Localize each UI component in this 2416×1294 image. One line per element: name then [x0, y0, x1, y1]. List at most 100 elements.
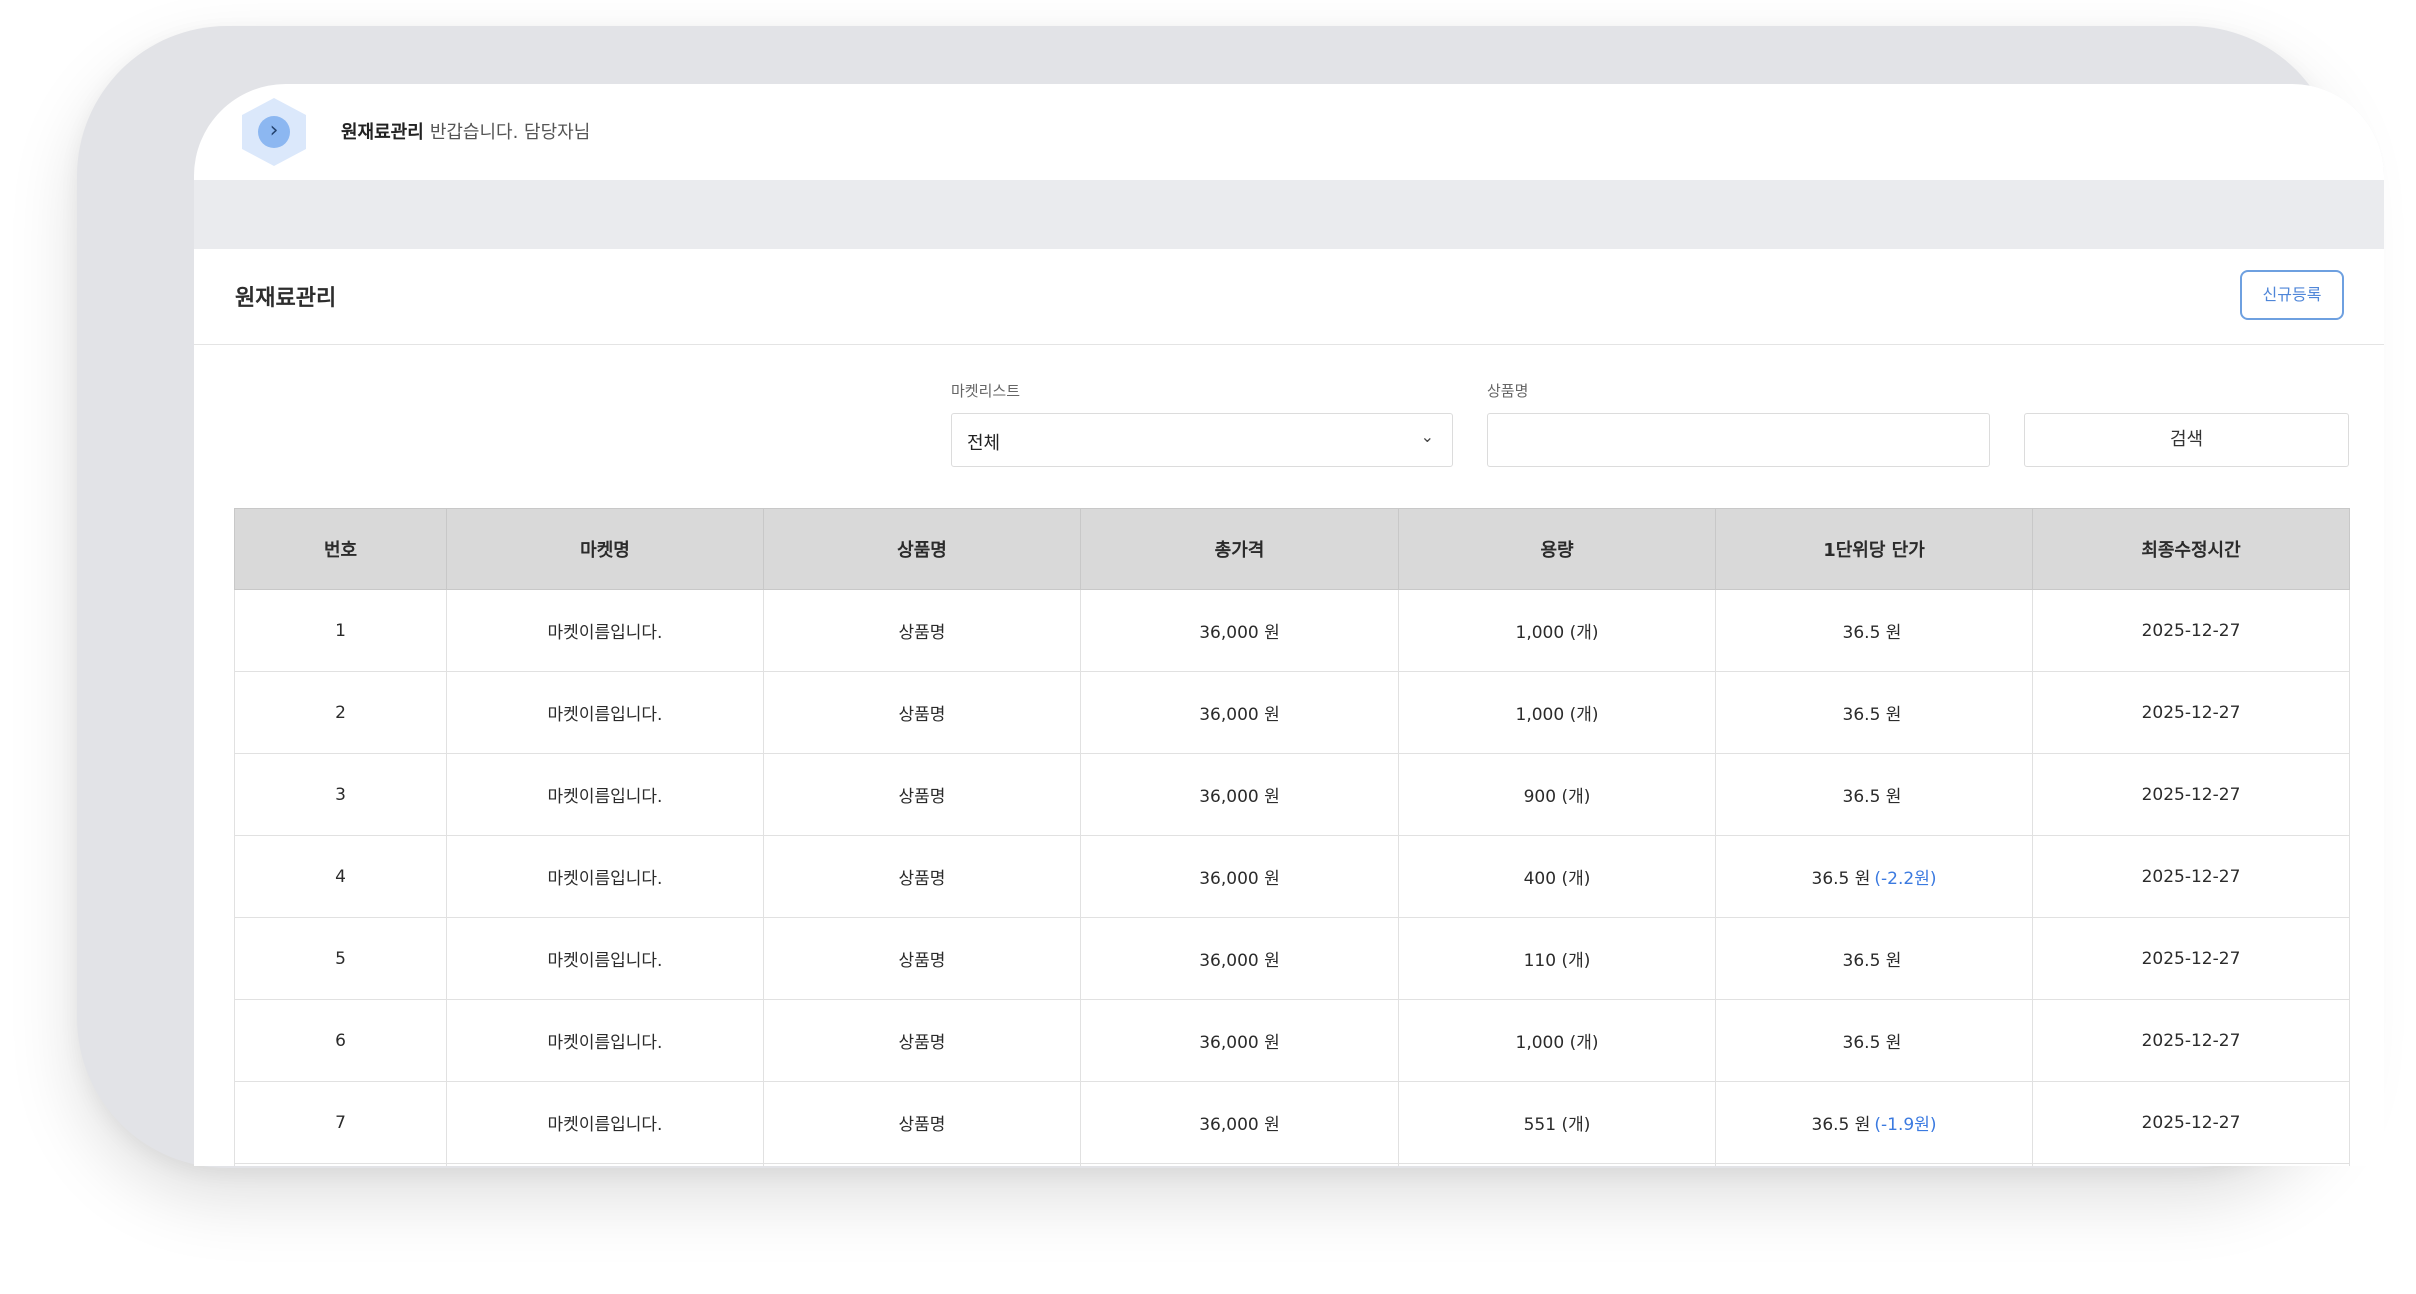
column-header-product[interactable]: 상품명 — [763, 508, 1081, 590]
cell-total: 36,000 원 — [1080, 753, 1399, 836]
cell-unit-price: 36.5 원 — [1715, 917, 2033, 1000]
cell-no: 4 — [234, 835, 447, 918]
unit-price-value: 36.5 원 — [1842, 705, 1902, 725]
cell-no: 2 — [234, 671, 447, 754]
column-header-no[interactable]: 번호 — [234, 508, 447, 590]
chevron-right-icon: › — [258, 116, 290, 148]
table-row[interactable]: 1 마켓이름입니다. 상품명 36,000 원 1,000 (개) 36.5 원… — [234, 589, 2350, 672]
page-title: 원재료관리 — [235, 286, 337, 311]
table-row[interactable]: 4 마켓이름입니다. 상품명 36,000 원 400 (개) 36.5 원 (-… — [234, 835, 2350, 918]
cell-unit-price: 36.5 원 (-2.2원) — [1715, 835, 2033, 918]
cell-market — [446, 1163, 764, 1166]
cell-product: 상품명 — [763, 1081, 1081, 1164]
cell-quantity: 1,000 (개) — [1398, 999, 1716, 1082]
header-title: 원재료관리 — [341, 122, 424, 143]
cell-total: 36,000 원 — [1080, 671, 1399, 754]
cell-total: 36,000 원 — [1080, 835, 1399, 918]
cell-product: 상품명 — [763, 917, 1081, 1000]
unit-price-value: 36.5 원 — [1811, 869, 1871, 889]
product-name-input[interactable] — [1487, 413, 1990, 467]
cell-no: 1 — [234, 589, 447, 672]
cell-market: 마켓이름입니다. — [446, 671, 764, 754]
unit-price-value: 36.5 원 — [1842, 623, 1902, 643]
cell-updated: 2025-12-27 — [2032, 999, 2350, 1082]
table-row[interactable] — [234, 1163, 2350, 1166]
cell-market: 마켓이름입니다. — [446, 753, 764, 836]
cell-updated — [2032, 1163, 2350, 1166]
cell-no: 3 — [234, 753, 447, 836]
column-header-quantity[interactable]: 용량 — [1398, 508, 1716, 590]
cell-unit-price: 36.5 원 — [1715, 671, 2033, 754]
panel-header: 원재료관리 신규등록 — [194, 249, 2384, 345]
cell-total: 36,000 원 — [1080, 1081, 1399, 1164]
table-row[interactable]: 5 마켓이름입니다. 상품명 36,000 원 110 (개) 36.5 원 2… — [234, 917, 2350, 1000]
column-header-updated[interactable]: 최종수정시간 — [2032, 508, 2350, 590]
unit-price-value: 36.5 원 — [1842, 951, 1902, 971]
cell-quantity: 110 (개) — [1398, 917, 1716, 1000]
cell-quantity: 400 (개) — [1398, 835, 1716, 918]
materials-table: 번호 마켓명 상품명 총가격 용량 1단위당 단가 최종수정시간 1 마켓이름입… — [234, 508, 2350, 1166]
cell-total: 36,000 원 — [1080, 589, 1399, 672]
unit-price-value: 36.5 원 — [1842, 1033, 1902, 1053]
table-row[interactable]: 2 마켓이름입니다. 상품명 36,000 원 1,000 (개) 36.5 원… — [234, 671, 2350, 754]
device-frame: › 원재료관리 반갑습니다. 담당자님 원재료관리 신규등록 마켓리스트 전체 ⌄… — [77, 26, 2384, 1168]
cell-unit-price: 36.5 원 — [1715, 753, 2033, 836]
greeting-text: 반갑습니다. 담당자님 — [429, 122, 591, 143]
column-header-market[interactable]: 마켓명 — [446, 508, 764, 590]
cell-no: 5 — [234, 917, 447, 1000]
cell-market: 마켓이름입니다. — [446, 1081, 764, 1164]
unit-price-value: 36.5 원 — [1842, 787, 1902, 807]
market-select-value: 전체 — [967, 433, 1001, 454]
table-row[interactable]: 3 마켓이름입니다. 상품명 36,000 원 900 (개) 36.5 원 2… — [234, 753, 2350, 836]
cell-quantity: 1,000 (개) — [1398, 671, 1716, 754]
search-button[interactable]: 검색 — [2024, 413, 2349, 467]
cell-unit-price: 36.5 원 — [1715, 589, 2033, 672]
cell-product: 상품명 — [763, 753, 1081, 836]
cell-market: 마켓이름입니다. — [446, 999, 764, 1082]
app-screen: › 원재료관리 반갑습니다. 담당자님 원재료관리 신규등록 마켓리스트 전체 ⌄… — [194, 84, 2384, 1166]
cell-product: 상품명 — [763, 671, 1081, 754]
market-select[interactable]: 전체 ⌄ — [951, 413, 1453, 467]
logo-badge[interactable]: › — [242, 98, 306, 166]
cell-updated: 2025-12-27 — [2032, 1081, 2350, 1164]
content-panel: 원재료관리 신규등록 마켓리스트 전체 ⌄ 상품명 검색 번호 마켓명 상품명 … — [194, 249, 2384, 1166]
chevron-down-icon: ⌄ — [1420, 427, 1434, 446]
cell-total — [1080, 1163, 1399, 1166]
cell-updated: 2025-12-27 — [2032, 917, 2350, 1000]
cell-unit-price: 36.5 원 — [1715, 999, 2033, 1082]
cell-updated: 2025-12-27 — [2032, 589, 2350, 672]
unit-price-value: 36.5 원 — [1811, 1115, 1871, 1135]
cell-quantity: 900 (개) — [1398, 753, 1716, 836]
product-filter-label: 상품명 — [1487, 382, 1529, 400]
cell-quantity: 1,000 (개) — [1398, 589, 1716, 672]
cell-quantity: 551 (개) — [1398, 1081, 1716, 1164]
cell-updated: 2025-12-27 — [2032, 753, 2350, 836]
column-header-unit-price[interactable]: 1단위당 단가 — [1715, 508, 2033, 590]
cell-quantity — [1398, 1163, 1716, 1166]
cell-unit-price — [1715, 1163, 2033, 1166]
cell-no: 6 — [234, 999, 447, 1082]
table-row[interactable]: 7 마켓이름입니다. 상품명 36,000 원 551 (개) 36.5 원 (-… — [234, 1081, 2350, 1164]
cell-no: 7 — [234, 1081, 447, 1164]
greeting: 원재료관리 반갑습니다. 담당자님 — [341, 118, 590, 144]
cell-product: 상품명 — [763, 835, 1081, 918]
cell-updated: 2025-12-27 — [2032, 835, 2350, 918]
cell-product: 상품명 — [763, 589, 1081, 672]
cell-total: 36,000 원 — [1080, 917, 1399, 1000]
cell-product — [763, 1163, 1081, 1166]
table-row[interactable]: 6 마켓이름입니다. 상품명 36,000 원 1,000 (개) 36.5 원… — [234, 999, 2350, 1082]
cell-market: 마켓이름입니다. — [446, 835, 764, 918]
unit-price-diff: (-1.9원) — [1874, 1115, 1937, 1135]
unit-price-diff: (-2.2원) — [1874, 869, 1937, 889]
cell-updated: 2025-12-27 — [2032, 671, 2350, 754]
cell-no — [234, 1163, 447, 1166]
cell-unit-price: 36.5 원 (-1.9원) — [1715, 1081, 2033, 1164]
table-header-row: 번호 마켓명 상품명 총가격 용량 1단위당 단가 최종수정시간 — [234, 508, 2350, 590]
new-register-button[interactable]: 신규등록 — [2240, 270, 2344, 320]
market-filter-label: 마켓리스트 — [951, 382, 1021, 400]
cell-product: 상품명 — [763, 999, 1081, 1082]
cell-total: 36,000 원 — [1080, 999, 1399, 1082]
top-bar: › 원재료관리 반갑습니다. 담당자님 — [194, 84, 2384, 180]
column-header-total[interactable]: 총가격 — [1080, 508, 1399, 590]
cell-market: 마켓이름입니다. — [446, 917, 764, 1000]
